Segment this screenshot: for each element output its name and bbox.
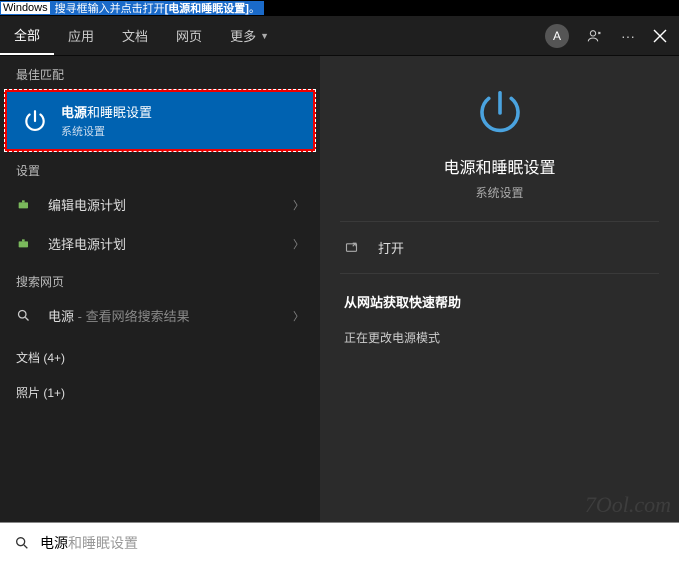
row-label: 电源 - 查看网络搜索结果: [48, 306, 293, 325]
close-button[interactable]: [653, 29, 667, 43]
help-title: 从网站获取快速帮助: [344, 292, 655, 311]
tab-documents[interactable]: 文档: [108, 16, 162, 55]
battery-choose-icon: [16, 236, 36, 252]
web-search-item[interactable]: 电源 - 查看网络搜索结果 〉: [0, 296, 320, 335]
options-icon[interactable]: ···: [621, 28, 635, 44]
help-section: 从网站获取快速帮助 正在更改电源模式: [340, 274, 659, 368]
search-input-suggestion: 和睡眠设置: [68, 533, 138, 553]
preview-header: 电源和睡眠设置 系统设置: [340, 76, 659, 222]
banner-box: Windows: [0, 1, 51, 15]
search-input-typed: 电源: [40, 533, 68, 553]
row-label: 编辑电源计划: [48, 195, 293, 214]
tab-all[interactable]: 全部: [0, 16, 54, 55]
best-match-item[interactable]: 电源和睡眠设置 系统设置: [4, 89, 316, 152]
power-icon: [21, 107, 49, 135]
best-match-title: 电源和睡眠设置: [61, 102, 152, 121]
open-action[interactable]: 打开: [340, 222, 659, 274]
settings-item-edit-plan[interactable]: 编辑电源计划 〉: [0, 185, 320, 224]
settings-label: 设置: [0, 152, 320, 185]
preview-subtitle: 系统设置: [340, 184, 659, 201]
chevron-right-icon: 〉: [293, 308, 304, 324]
banner-text: 搜寻框输入并点击打开[电源和睡眠设置]。: [51, 1, 264, 15]
filter-tabs: 全部 应用 文档 网页 更多 ▼: [0, 16, 283, 55]
top-bar: 全部 应用 文档 网页 更多 ▼ A ···: [0, 16, 679, 56]
settings-item-choose-plan[interactable]: 选择电源计划 〉: [0, 224, 320, 263]
web-label: 搜索网页: [0, 263, 320, 296]
instruction-banner: Windows 搜寻框输入并点击打开[电源和睡眠设置]。: [0, 0, 264, 16]
documents-category[interactable]: 文档 (4+): [0, 335, 320, 370]
topbar-right: A ···: [545, 24, 679, 48]
open-icon: [344, 240, 368, 255]
feedback-icon[interactable]: [587, 28, 603, 44]
search-icon: [16, 308, 36, 323]
search-icon: [14, 535, 30, 551]
results-panel: 最佳匹配 电源和睡眠设置 系统设置 设置 编辑电源计划 〉 选择电源计划 〉: [0, 56, 320, 522]
preview-panel: 电源和睡眠设置 系统设置 打开 从网站获取快速帮助 正在更改电源模式: [320, 56, 679, 522]
battery-edit-icon: [16, 197, 36, 213]
open-label: 打开: [378, 238, 404, 257]
chevron-right-icon: 〉: [293, 197, 304, 213]
tab-more[interactable]: 更多 ▼: [216, 16, 283, 55]
search-bar[interactable]: 电源和睡眠设置: [0, 522, 679, 562]
tab-web[interactable]: 网页: [162, 16, 216, 55]
user-avatar[interactable]: A: [545, 24, 569, 48]
main-area: 最佳匹配 电源和睡眠设置 系统设置 设置 编辑电源计划 〉 选择电源计划 〉: [0, 56, 679, 522]
tab-apps[interactable]: 应用: [54, 16, 108, 55]
chevron-down-icon: ▼: [260, 31, 269, 41]
chevron-right-icon: 〉: [293, 236, 304, 252]
power-icon: [473, 86, 527, 140]
row-label: 选择电源计划: [48, 234, 293, 253]
best-match-text: 电源和睡眠设置 系统设置: [61, 102, 152, 139]
help-link[interactable]: 正在更改电源模式: [344, 325, 655, 350]
photos-category[interactable]: 照片 (1+): [0, 370, 320, 405]
best-match-subtitle: 系统设置: [61, 123, 152, 139]
best-match-label: 最佳匹配: [0, 56, 320, 89]
preview-title: 电源和睡眠设置: [340, 154, 659, 178]
